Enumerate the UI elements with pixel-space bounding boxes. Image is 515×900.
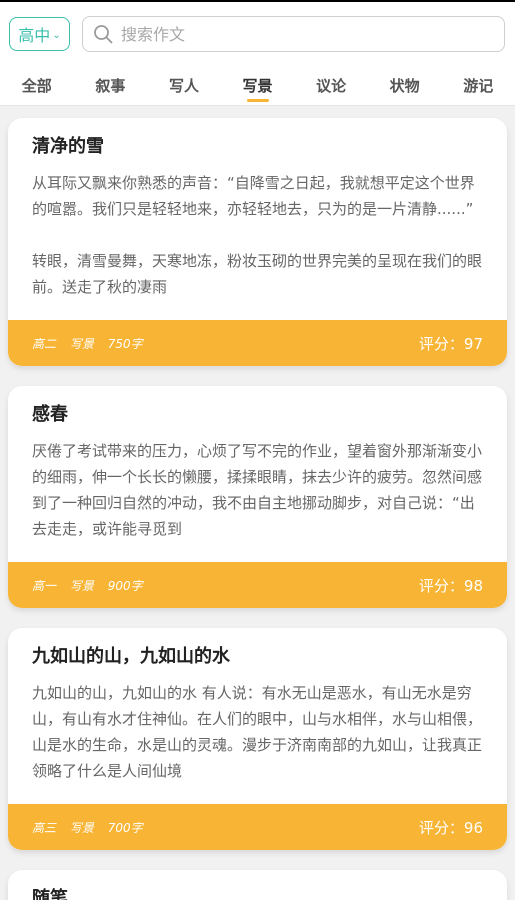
article-word-count: 700字: [107, 820, 143, 835]
article-word-count: 900字: [107, 578, 143, 593]
article-card[interactable]: 清净的雪 从耳际又飘来你熟悉的声音：“自降雪之日起，我就想平定这个世界的喧嚣。我…: [8, 118, 507, 366]
article-footer: 高三 写景 700字 评分：96: [8, 804, 507, 850]
tab-label: 议论: [316, 77, 347, 95]
tab-label: 写人: [168, 77, 199, 95]
tab-narrative[interactable]: 叙事: [74, 66, 148, 105]
article-excerpt: 从耳际又飘来你熟悉的声音：“自降雪之日起，我就想平定这个世界的喧嚣。我们只是轻轻…: [32, 174, 483, 296]
tab-argument[interactable]: 议论: [294, 66, 368, 105]
tab-label: 叙事: [95, 77, 126, 95]
search-icon: [94, 25, 113, 44]
article-footer: 高一 写景 900字 评分：98: [8, 562, 507, 608]
search-input[interactable]: [121, 24, 504, 44]
article-meta: 高一 写景 900字: [32, 577, 153, 594]
search-box[interactable]: [82, 16, 505, 52]
article-card[interactable]: 随笔: [8, 870, 507, 900]
article-genre: 写景: [69, 578, 94, 593]
article-meta: 高二 写景 750字: [32, 335, 153, 352]
tab-travel[interactable]: 游记: [441, 66, 515, 105]
article-list: 清净的雪 从耳际又飘来你熟悉的声音：“自降雪之日起，我就想平定这个世界的喧嚣。我…: [0, 106, 515, 900]
article-card[interactable]: 感春 厌倦了考试带来的压力，心烦了写不完的作业，望着窗外那渐渐变小的细雨，伸一个…: [8, 386, 507, 608]
grade-level-label: 高中: [18, 26, 51, 45]
tab-label: 游记: [463, 77, 494, 95]
article-footer: 高二 写景 750字 评分：97: [8, 320, 507, 366]
article-genre: 写景: [69, 336, 94, 351]
article-grade: 高三: [32, 820, 57, 835]
article-title: 随笔: [32, 888, 68, 900]
category-tabs: 全部 叙事 写人 写景 议论 状物 游记: [0, 66, 515, 106]
article-grade: 高一: [32, 578, 57, 593]
chevron-down-icon: ⌄: [52, 29, 61, 41]
article-title: 清净的雪: [32, 136, 104, 157]
article-card[interactable]: 九如山的山，九如山的水 九如山的山，九如山的水 有人说：有水无山是恶水，有山无水…: [8, 628, 507, 850]
article-word-count: 750字: [107, 336, 143, 351]
header: 高中 ⌄: [0, 2, 515, 66]
tab-label: 状物: [389, 77, 420, 95]
tab-all[interactable]: 全部: [0, 66, 74, 105]
tab-portrait[interactable]: 写人: [147, 66, 221, 105]
article-grade: 高二: [32, 336, 57, 351]
tab-object[interactable]: 状物: [368, 66, 442, 105]
article-score: 评分：96: [418, 818, 483, 837]
article-title: 感春: [32, 404, 68, 425]
article-genre: 写景: [69, 820, 94, 835]
article-score: 评分：98: [418, 576, 483, 595]
tab-label: 写景: [242, 77, 273, 95]
article-excerpt: 九如山的山，九如山的水 有人说：有水无山是恶水，有山无水是穷山，有山有水才住神仙…: [32, 684, 483, 780]
article-title: 九如山的山，九如山的水: [32, 646, 230, 667]
grade-level-dropdown[interactable]: 高中 ⌄: [9, 17, 70, 51]
tab-scenery[interactable]: 写景: [221, 66, 295, 105]
article-meta: 高三 写景 700字: [32, 819, 153, 836]
tab-label: 全部: [21, 77, 52, 95]
article-score: 评分：97: [418, 334, 483, 353]
article-excerpt: 厌倦了考试带来的压力，心烦了写不完的作业，望着窗外那渐渐变小的细雨，伸一个长长的…: [32, 442, 483, 538]
